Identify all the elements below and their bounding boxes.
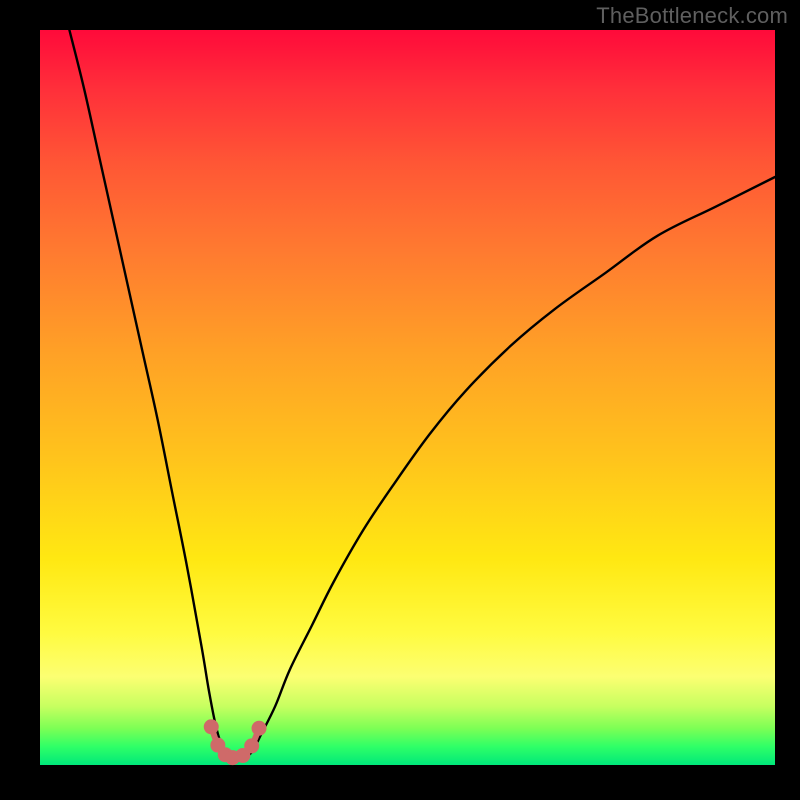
valley-markers-group [204,719,267,765]
chart-frame: TheBottleneck.com [0,0,800,800]
valley-marker [252,721,267,736]
curve-left-branch [69,30,231,758]
curve-right-branch [246,177,775,758]
watermark-text: TheBottleneck.com [596,3,788,29]
valley-marker [204,719,219,734]
plot-area [40,30,775,765]
valley-marker [244,738,259,753]
plot-svg [40,30,775,765]
